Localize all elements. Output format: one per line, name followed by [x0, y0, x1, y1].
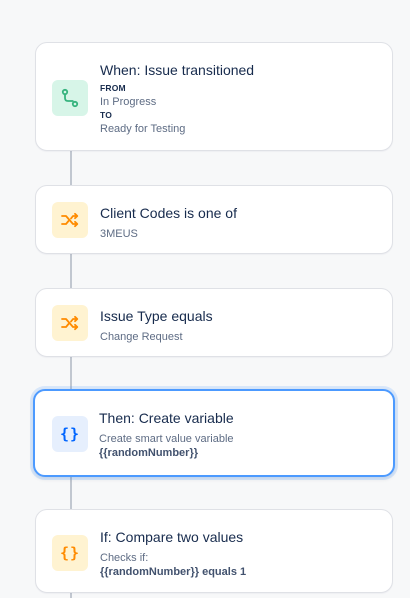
to-value: Ready for Testing — [100, 123, 186, 135]
action-title: Then: Create variable — [99, 410, 234, 426]
action-description: Create smart value variable — [99, 433, 234, 445]
action-content: Then: Create variable Create smart value… — [99, 409, 381, 460]
branch-flow-icon — [61, 88, 79, 108]
from-value: In Progress — [100, 96, 157, 108]
condition-content: Client Codes is one of 3MEUS — [100, 204, 380, 241]
condition-title: Issue Type equals — [100, 308, 213, 324]
shuffle-icon — [61, 315, 79, 331]
automation-flow-canvas: When: Issue transitioned FROM In Progres… — [0, 0, 410, 598]
compare-title: If: Compare two values — [100, 529, 244, 545]
flow-connector — [70, 253, 72, 289]
compare-card[interactable]: {} If: Compare two values Checks if: {{r… — [35, 509, 393, 593]
condition-value: Change Request — [100, 331, 183, 343]
action-variable: {{randomNumber}} — [99, 447, 199, 459]
shuffle-icon — [61, 212, 79, 228]
compare-variable: {{randomNumber}} — [100, 566, 200, 578]
condition-card-client-codes[interactable]: Client Codes is one of 3MEUS — [35, 185, 393, 254]
compare-checks-label: Checks if: — [100, 552, 149, 564]
flow-connector — [70, 477, 72, 510]
to-label: TO — [100, 110, 113, 120]
trigger-content: When: Issue transitioned FROM In Progres… — [100, 61, 380, 136]
condition-card-issue-type[interactable]: Issue Type equals Change Request — [35, 288, 393, 357]
trigger-title: When: Issue transitioned — [100, 62, 255, 78]
condition-title: Client Codes is one of — [100, 205, 237, 221]
from-label: FROM — [100, 83, 126, 93]
compare-icon-box: {} — [52, 535, 88, 571]
condition-icon-box — [52, 202, 88, 238]
trigger-card[interactable]: When: Issue transitioned FROM In Progres… — [35, 42, 393, 151]
compare-condition: {{randomNumber}} equals 1 — [100, 565, 380, 579]
flow-connector — [70, 150, 72, 186]
compare-operator: equals 1 — [202, 566, 247, 578]
condition-value: 3MEUS — [100, 228, 138, 240]
trigger-icon-box — [52, 80, 88, 116]
compare-content: If: Compare two values Checks if: {{rand… — [100, 528, 380, 579]
condition-content: Issue Type equals Change Request — [100, 307, 380, 344]
action-card-create-variable[interactable]: {} Then: Create variable Create smart va… — [33, 389, 395, 477]
curly-braces-icon: {} — [59, 425, 81, 443]
action-icon-box: {} — [52, 416, 88, 452]
condition-icon-box — [52, 305, 88, 341]
curly-braces-icon: {} — [59, 544, 81, 562]
flow-connector — [70, 356, 72, 390]
